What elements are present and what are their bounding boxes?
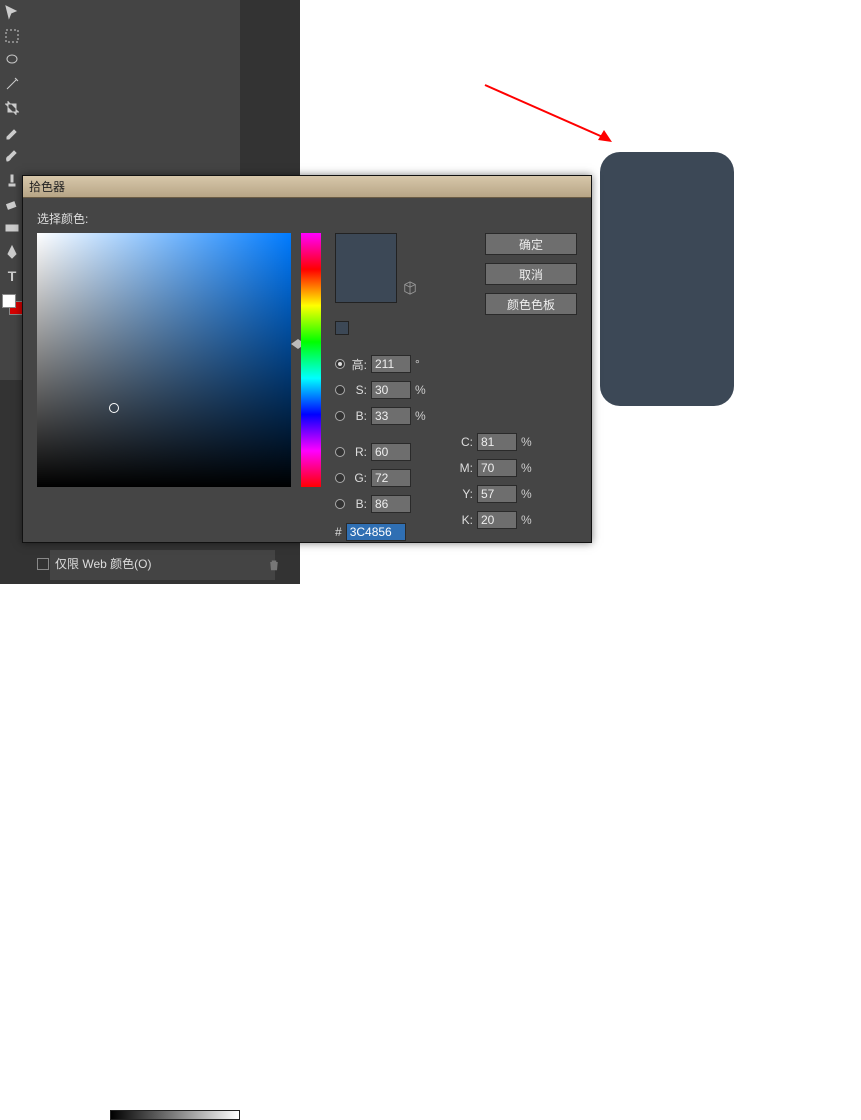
hex-hash: # xyxy=(335,525,342,539)
h-input[interactable] xyxy=(371,355,411,373)
ok-button[interactable]: 确定 xyxy=(485,233,577,255)
foreground-swatch[interactable] xyxy=(2,294,16,308)
tool-lasso[interactable] xyxy=(0,48,24,72)
saturation-value-field[interactable] xyxy=(37,233,291,487)
radio-g[interactable] xyxy=(335,473,345,483)
sv-cursor xyxy=(109,403,119,413)
tool-crop[interactable] xyxy=(0,96,24,120)
m-input[interactable] xyxy=(477,459,517,477)
web-only-checkbox[interactable] xyxy=(37,558,49,570)
rgb-b-input[interactable] xyxy=(371,495,411,513)
previous-color-swatch[interactable] xyxy=(335,321,349,335)
g-input[interactable] xyxy=(371,469,411,487)
color-preview xyxy=(335,233,397,303)
select-color-label: 选择颜色: xyxy=(37,210,577,227)
tool-eyedropper[interactable] xyxy=(0,120,24,144)
tool-move[interactable] xyxy=(0,0,24,24)
tool-eraser[interactable] xyxy=(0,192,24,216)
annotation-arrow xyxy=(480,80,620,150)
tool-wand[interactable] xyxy=(0,72,24,96)
panel-top xyxy=(24,0,240,175)
tool-stamp[interactable] xyxy=(0,168,24,192)
hue-indicator xyxy=(291,339,298,349)
c-input[interactable] xyxy=(477,433,517,451)
color-swatches[interactable] xyxy=(2,294,24,316)
brightness-slider[interactable] xyxy=(110,1110,240,1120)
radio-r[interactable] xyxy=(335,447,345,457)
canvas-rounded-rect xyxy=(600,152,734,406)
radio-rgb-b[interactable] xyxy=(335,499,345,509)
b-input[interactable] xyxy=(371,407,411,425)
dialog-titlebar[interactable]: 拾色器 xyxy=(23,176,591,198)
tool-marquee[interactable] xyxy=(0,24,24,48)
s-input[interactable] xyxy=(371,381,411,399)
tool-pen[interactable] xyxy=(0,240,24,264)
toolbar: T xyxy=(0,0,24,380)
radio-h[interactable] xyxy=(335,359,345,369)
hex-input[interactable] xyxy=(346,523,406,541)
swatches-button[interactable]: 颜色色板 xyxy=(485,293,577,315)
k-input[interactable] xyxy=(477,511,517,529)
r-input[interactable] xyxy=(371,443,411,461)
cube-icon[interactable] xyxy=(403,281,417,295)
hue-slider[interactable] xyxy=(301,233,321,487)
color-picker-dialog: 拾色器 选择颜色: 确定 取消 颜色色 xyxy=(22,175,592,543)
dialog-title: 拾色器 xyxy=(29,178,585,195)
radio-s[interactable] xyxy=(335,385,345,395)
tool-gradient[interactable] xyxy=(0,216,24,240)
tool-brush[interactable] xyxy=(0,144,24,168)
cancel-button[interactable]: 取消 xyxy=(485,263,577,285)
radio-b[interactable] xyxy=(335,411,345,421)
tool-text[interactable]: T xyxy=(0,264,24,288)
y-input[interactable] xyxy=(477,485,517,503)
web-only-label: 仅限 Web 颜色(O) xyxy=(55,555,151,572)
